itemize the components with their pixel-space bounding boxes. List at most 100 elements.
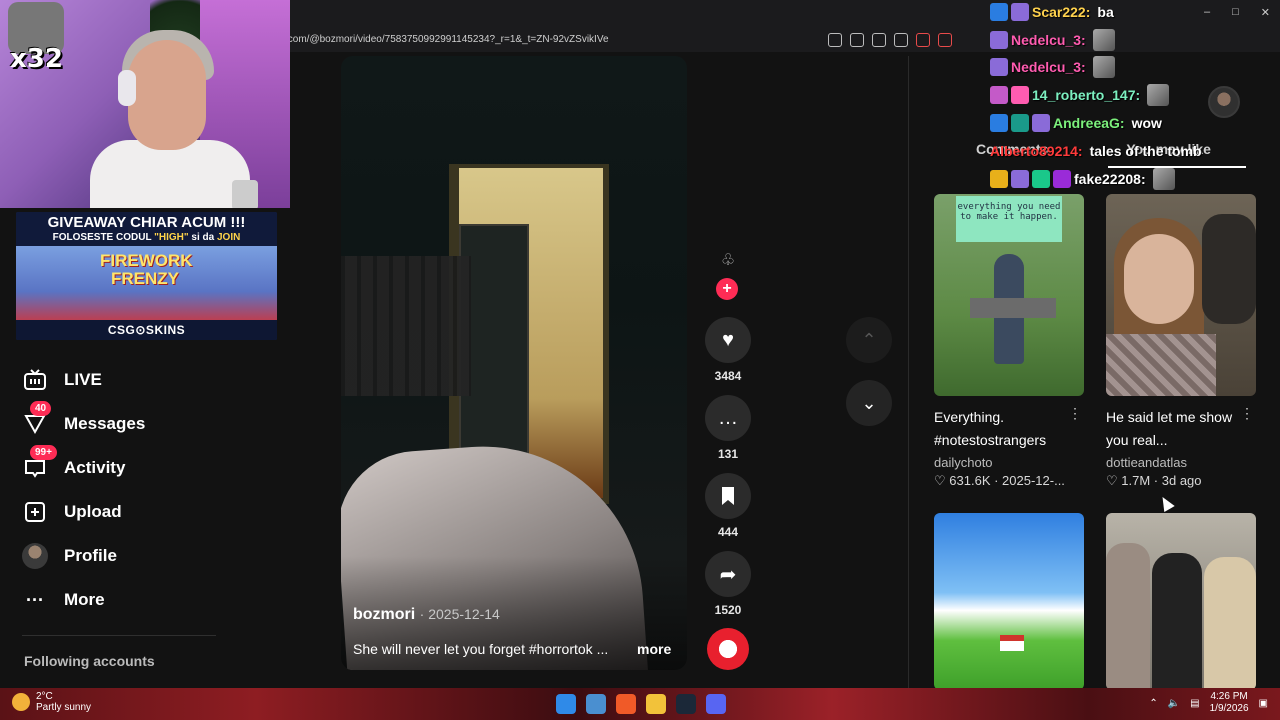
heart-icon: ♥ bbox=[705, 317, 751, 363]
badge-icon bbox=[990, 86, 1008, 104]
brave-browser-icon[interactable] bbox=[616, 694, 636, 714]
share-count: 1520 bbox=[714, 603, 742, 617]
sidebar-item-label: Messages bbox=[64, 414, 146, 433]
badge-icon bbox=[990, 31, 1008, 49]
card-menu-icon[interactable]: ⋮ bbox=[1240, 405, 1254, 422]
recommended-card[interactable] bbox=[1106, 513, 1256, 690]
discord-icon[interactable] bbox=[706, 694, 726, 714]
user-avatar[interactable] bbox=[1208, 86, 1240, 118]
thumbnail-dog bbox=[1202, 214, 1256, 324]
share-icon[interactable] bbox=[894, 33, 908, 47]
card-author[interactable]: dottieandatlas bbox=[1106, 455, 1256, 470]
like-button[interactable]: ♥ 3484 bbox=[704, 317, 752, 383]
card-meta: ♡ 631.6K · 2025-12-... bbox=[934, 473, 1065, 488]
badge-icon bbox=[990, 3, 1008, 21]
sidebar-item-live[interactable]: LIVE bbox=[22, 365, 102, 395]
recommended-card[interactable] bbox=[934, 513, 1084, 690]
thumbnail-person bbox=[1152, 553, 1202, 690]
activity-badge: 99+ bbox=[30, 445, 57, 460]
card-title[interactable]: He said let me show you real... bbox=[1106, 406, 1246, 452]
chat-emote bbox=[1092, 56, 1115, 78]
thumbnail-person bbox=[1106, 543, 1150, 690]
following-accounts-heading: Following accounts bbox=[24, 653, 155, 669]
game-title: FIREWORK FRENZY bbox=[100, 251, 193, 288]
card-thumbnail[interactable] bbox=[1106, 513, 1256, 690]
recommended-card[interactable]: everything you need to make it happen. ⋮… bbox=[934, 194, 1084, 489]
comment-button[interactable]: … 131 bbox=[704, 395, 752, 461]
network-icon[interactable]: ▤ bbox=[1190, 698, 1199, 709]
picture-in-picture-icon[interactable] bbox=[850, 33, 864, 47]
pinned-apps bbox=[556, 694, 726, 714]
streamer-face bbox=[128, 40, 206, 150]
tray-chevron-icon[interactable]: ⌃ bbox=[1149, 698, 1157, 709]
zoom-icon[interactable] bbox=[872, 33, 886, 47]
badge-icon bbox=[1053, 170, 1071, 188]
panel-separator bbox=[908, 56, 909, 690]
windows-start-icon[interactable] bbox=[556, 694, 576, 714]
mouse-cursor bbox=[1157, 493, 1175, 513]
sidebar-item-more[interactable]: ··· More bbox=[22, 585, 105, 615]
thumbnail-person bbox=[1204, 557, 1256, 690]
chat-message: AndreeaG: wow bbox=[990, 111, 1162, 135]
steam-icon[interactable] bbox=[676, 694, 696, 714]
activity-icon: 99+ bbox=[22, 445, 57, 481]
creator-avatar[interactable]: ♧ + bbox=[704, 250, 752, 300]
brave-rewards-icon[interactable] bbox=[938, 33, 952, 47]
tracking-icon[interactable] bbox=[828, 33, 842, 47]
share-button[interactable]: ➦ 1520 bbox=[704, 551, 752, 617]
sidebar-item-profile[interactable]: Profile bbox=[22, 541, 117, 571]
brave-shield-icon[interactable] bbox=[916, 33, 930, 47]
next-video-button[interactable]: ⌄ bbox=[846, 380, 892, 426]
card-thumbnail[interactable]: everything you need to make it happen. bbox=[934, 194, 1084, 396]
video-author[interactable]: bozmori · 2025-12-14 bbox=[353, 606, 500, 624]
follow-plus-icon[interactable]: + bbox=[716, 278, 738, 300]
share-arrow-icon: ➦ bbox=[705, 551, 751, 597]
thumbnail-face bbox=[1124, 234, 1194, 324]
file-explorer-icon[interactable] bbox=[646, 694, 666, 714]
comment-count: 131 bbox=[717, 447, 739, 461]
speaker-icon[interactable]: 🔈 bbox=[1168, 698, 1180, 709]
card-author[interactable]: dailychoto bbox=[934, 455, 1084, 470]
video-date: · 2025-12-14 bbox=[419, 606, 500, 622]
like-count: 3484 bbox=[714, 369, 742, 383]
windows-taskbar: 2°C Partly sunny ⌃ 🔈 ▤ 4:26 PM 1/9/2026 … bbox=[0, 688, 1280, 720]
notification-icon[interactable]: ▣ bbox=[1259, 698, 1268, 709]
badge-icon bbox=[1011, 114, 1029, 132]
chat-emote bbox=[1092, 29, 1115, 51]
video-player[interactable]: bozmori · 2025-12-14 She will never let … bbox=[341, 56, 687, 670]
chat-message: Scar222: ba bbox=[990, 0, 1114, 24]
chevron-down-icon: ⌄ bbox=[861, 392, 877, 413]
more-dots-icon: ··· bbox=[26, 589, 44, 610]
badge-icon bbox=[1011, 170, 1029, 188]
sidebar: LIVE 40 Messages 99+ Activity Upload Pro… bbox=[0, 340, 232, 690]
card-title[interactable]: Everything. #notestostrangers bbox=[934, 406, 1074, 452]
sidebar-item-upload[interactable]: Upload bbox=[22, 497, 122, 527]
crown-icon bbox=[990, 170, 1008, 188]
sidebar-item-activity[interactable]: 99+ Activity bbox=[22, 445, 126, 483]
profile-avatar bbox=[22, 543, 48, 569]
more-button[interactable]: more bbox=[637, 641, 671, 657]
weather-condition: Partly sunny bbox=[36, 702, 92, 713]
sidebar-item-label: Activity bbox=[64, 458, 126, 477]
giveaway-headline: GIVEAWAY CHIAR ACUM !!! bbox=[47, 214, 246, 231]
clock[interactable]: 4:26 PM 1/9/2026 bbox=[1210, 691, 1249, 715]
card-thumbnail[interactable] bbox=[934, 513, 1084, 690]
badge-icon bbox=[1011, 3, 1029, 21]
save-button[interactable]: 444 bbox=[704, 473, 752, 539]
sidebar-item-messages[interactable]: 40 Messages bbox=[22, 401, 146, 439]
thumbnail-house bbox=[1000, 635, 1024, 651]
weather-widget[interactable]: 2°C Partly sunny bbox=[12, 691, 91, 713]
task-view-icon[interactable] bbox=[586, 694, 606, 714]
music-disc-icon[interactable] bbox=[707, 628, 749, 670]
chevron-up-icon: ⌃ bbox=[861, 329, 877, 350]
sidebar-item-label: More bbox=[64, 590, 105, 609]
recommended-card[interactable]: ⋮ He said let me show you real... dottie… bbox=[1106, 194, 1256, 489]
previous-video-button[interactable]: ⌃ bbox=[846, 317, 892, 363]
live-tv-icon bbox=[22, 367, 48, 393]
weather-icon bbox=[12, 693, 30, 711]
bookmark-icon bbox=[705, 473, 751, 519]
chat-message: 14_roberto_147: bbox=[990, 83, 1170, 107]
card-menu-icon[interactable]: ⋮ bbox=[1068, 405, 1082, 422]
badge-icon bbox=[1032, 114, 1050, 132]
card-thumbnail[interactable] bbox=[1106, 194, 1256, 396]
